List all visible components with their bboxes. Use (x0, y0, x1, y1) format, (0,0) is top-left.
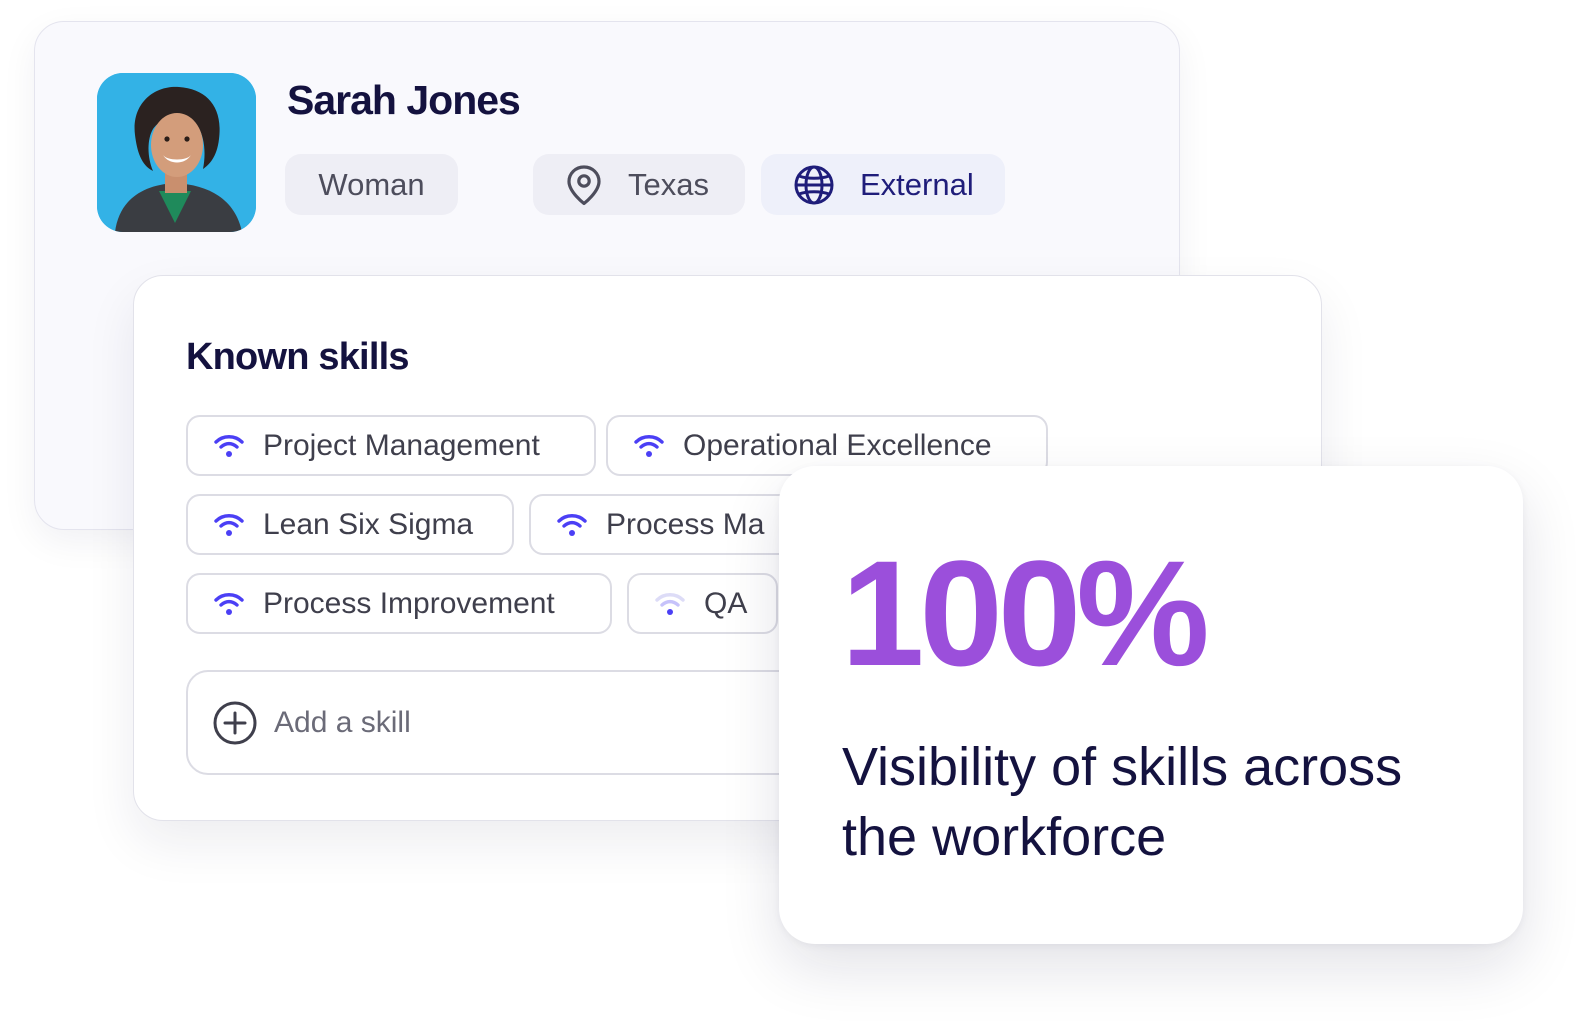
skill-label: Lean Six Sigma (263, 507, 474, 541)
signal-icon (634, 433, 664, 459)
skill-label: Process Improvement (263, 586, 555, 620)
skill-label: Operational Excellence (683, 428, 992, 462)
skill-chip-lean-six-sigma[interactable]: Lean Six Sigma (186, 494, 514, 555)
employment-type-tag: External (761, 154, 1005, 215)
person-name: Sarah Jones (287, 77, 521, 123)
map-pin-icon (565, 164, 603, 206)
stat-value: 100% (841, 529, 1210, 697)
skill-label: QA (704, 586, 748, 620)
stat-caption: Visibility of skills across the workforc… (842, 737, 1403, 867)
add-circle-icon (212, 700, 258, 746)
skills-title: Known skills (186, 336, 409, 378)
skill-label: Process Ma (606, 507, 765, 541)
globe-icon (793, 164, 835, 206)
gender-tag: Woman (285, 154, 458, 215)
skill-chip-process-improvement[interactable]: Process Improvement (186, 573, 612, 634)
employment-type-label: External (860, 166, 974, 202)
signal-low-icon (655, 591, 685, 617)
location-tag: Texas (533, 154, 745, 215)
signal-icon (214, 433, 244, 459)
signal-icon (214, 591, 244, 617)
signal-icon (214, 512, 244, 538)
skill-label: Project Management (263, 428, 540, 462)
stage: Sarah Jones Woman Texas External Known s… (0, 0, 1594, 1032)
signal-icon (557, 512, 587, 538)
avatar (97, 73, 256, 232)
add-skill-placeholder: Add a skill (274, 705, 411, 739)
skill-chip-project-management[interactable]: Project Management (186, 415, 596, 476)
skill-chip-qa[interactable]: QA (627, 573, 778, 634)
location-tag-label: Texas (628, 166, 709, 202)
gender-tag-label: Woman (318, 166, 425, 202)
person-photo-icon (97, 73, 256, 232)
stat-card: 100% Visibility of skills across the wor… (779, 466, 1523, 944)
